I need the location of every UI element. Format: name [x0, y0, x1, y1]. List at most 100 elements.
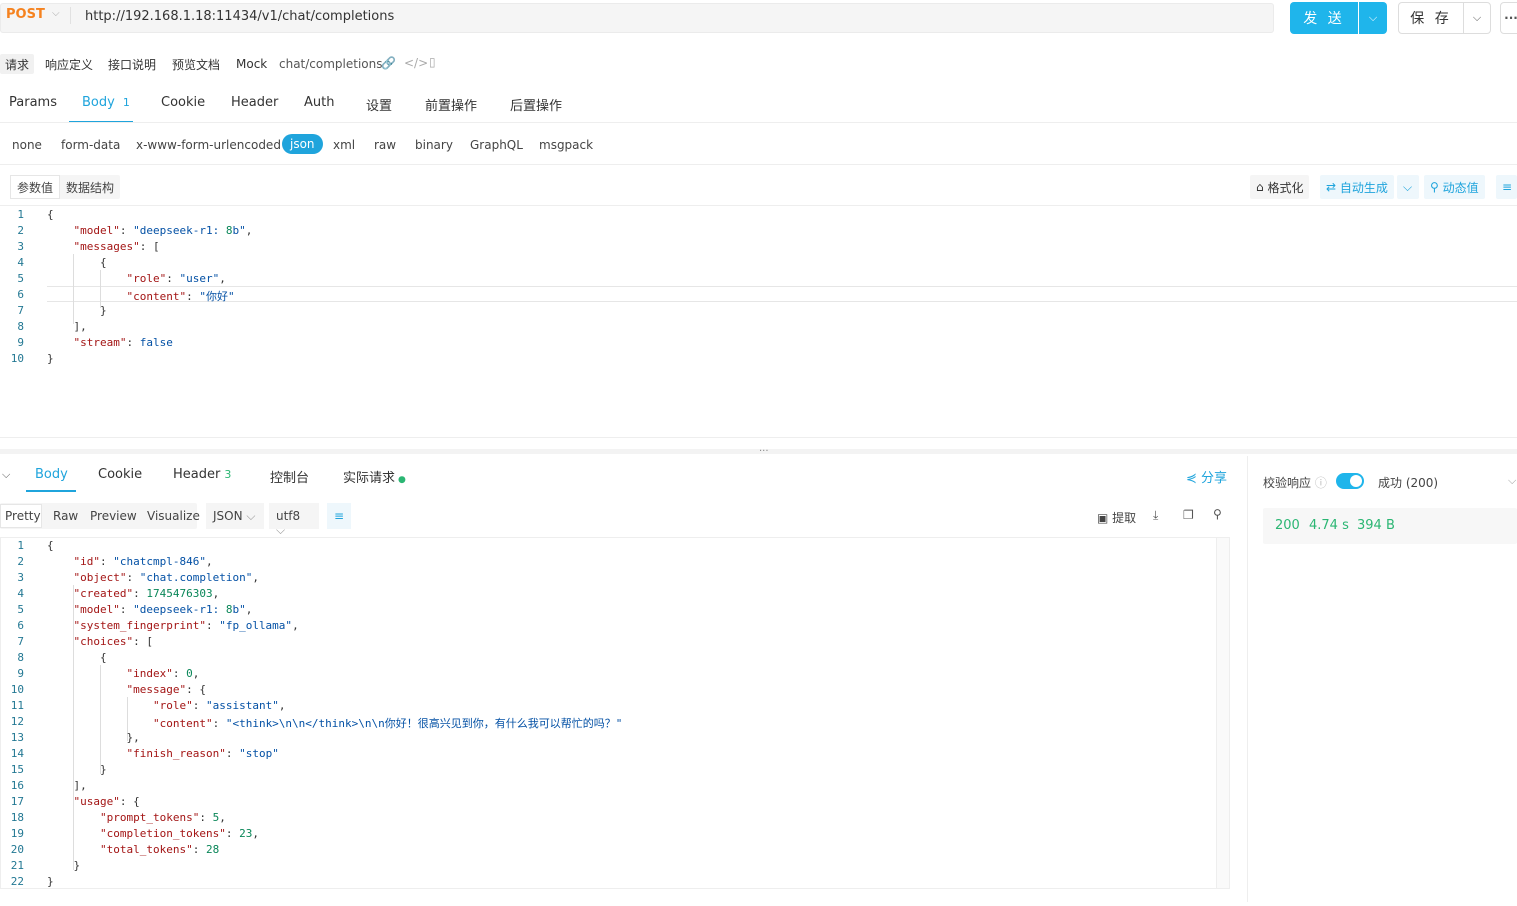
encoding-select[interactable]: utf8 ⌵ [269, 503, 319, 537]
body-type-urlencoded[interactable]: x-www-form-urlencoded [136, 138, 281, 152]
response-size: 394 B [1357, 518, 1395, 533]
more-button[interactable]: ··· [1500, 2, 1517, 34]
code-line: "role": "user", [126, 272, 226, 285]
tab-pre-ops[interactable]: 前置操作 [425, 95, 477, 114]
response-tab-cookie[interactable]: Cookie [98, 467, 142, 482]
body-type-json[interactable]: json [282, 134, 323, 154]
search-icon[interactable]: ⚲ [1213, 507, 1222, 521]
format-raw[interactable]: Raw [53, 509, 78, 523]
save-button[interactable]: 保 存 [1398, 2, 1464, 34]
autogen-button[interactable]: ⇄ 自动生成 [1320, 175, 1394, 199]
tab-body[interactable]: Body 1 [82, 95, 130, 110]
language-select[interactable]: JSON ⌵ [206, 503, 264, 529]
tab-header[interactable]: Header [231, 95, 278, 110]
code-line: { [47, 539, 54, 552]
method-select[interactable]: POST [6, 7, 45, 22]
line-number: 5 [17, 603, 24, 616]
copy-icon[interactable]: ❐ [1183, 508, 1194, 522]
subtab-response-def[interactable]: 响应定义 [40, 54, 98, 74]
code-line: "index": 0, [126, 667, 200, 680]
validation-result: 成功 (200) [1378, 476, 1439, 490]
line-number: 4 [17, 587, 24, 600]
send-button[interactable]: 发 送 [1290, 2, 1358, 34]
help-icon: ⓘ [1314, 476, 1327, 490]
response-tab-body[interactable]: Body [35, 467, 68, 482]
response-tab-actual[interactable]: 实际请求 ● [343, 467, 406, 486]
tab-settings[interactable]: 设置 [366, 95, 392, 114]
response-tab-actual-label: 实际请求 [343, 471, 396, 486]
url-input[interactable]: http://192.168.1.18:11434/v1/chat/comple… [85, 9, 394, 24]
tab-auth[interactable]: Auth [304, 95, 334, 110]
body-type-raw[interactable]: raw [374, 138, 396, 152]
tab-post-ops[interactable]: 后置操作 [510, 95, 562, 114]
response-tab-header[interactable]: Header 3 [173, 467, 231, 482]
request-path: chat/completions [279, 57, 383, 71]
status-code: 200 [1275, 518, 1300, 533]
format-button[interactable]: ⌂ 格式化 [1250, 175, 1310, 199]
body-type-form-data[interactable]: form-data [61, 138, 120, 152]
line-number: 7 [17, 304, 24, 317]
body-type-none[interactable]: none [12, 138, 42, 152]
collapse-icon[interactable]: ⌵ [2, 468, 10, 482]
code-line: "content": "<think>\n\n</think>\n\n你好！很高… [152, 717, 623, 730]
value-tabs: 参数值 数据结构 [10, 175, 121, 199]
format-preview[interactable]: Preview [90, 509, 137, 523]
code-line: } [47, 875, 54, 888]
line-number: 8 [17, 651, 24, 664]
line-number: 1 [17, 208, 24, 221]
save-dropdown-button[interactable]: ⌵ [1463, 2, 1491, 34]
body-type-msgpack[interactable]: msgpack [539, 138, 593, 152]
request-body-editor[interactable]: 1 {2 "model": "deepseek-r1: 8b", 3 "messag… [0, 206, 1517, 376]
code-line: { [47, 256, 107, 269]
code-line: { [47, 208, 54, 221]
tab-params[interactable]: Params [9, 95, 57, 110]
response-body-editor[interactable]: 1 {2 "id": "chatcmpl-846", 3 "object": "ch… [0, 537, 1215, 889]
body-type-xml[interactable]: xml [333, 138, 355, 152]
code-line: "role": "assistant", [152, 699, 286, 712]
line-number: 14 [10, 747, 24, 760]
dynamic-value-button[interactable]: ⚲ 动态值 [1424, 175, 1485, 199]
line-number: 2 [17, 555, 24, 568]
wrap-icon[interactable]: ≡ [1496, 175, 1517, 199]
code-line: "created": 1745476303, [73, 587, 220, 600]
download-icon[interactable]: ⤓ [1153, 508, 1158, 523]
subtab-preview[interactable]: 预览文档 [167, 54, 225, 74]
chevron-down-icon[interactable]: ⌵ [1508, 474, 1516, 488]
scrollbar[interactable] [1216, 538, 1229, 888]
subtab-request[interactable]: 请求 [0, 54, 35, 74]
divider [70, 7, 71, 24]
autogen-dropdown[interactable]: ⌵ [1397, 175, 1419, 199]
link-icon[interactable]: 🔗 [381, 56, 396, 70]
wrap-icon[interactable]: ≡ [327, 503, 351, 529]
code-line: "id": "chatcmpl-846", [73, 555, 213, 568]
tab-param-value[interactable]: 参数值 [10, 175, 61, 199]
format-visualize[interactable]: Visualize [147, 509, 200, 523]
share-label: 分享 [1201, 471, 1228, 486]
line-number: 8 [17, 320, 24, 333]
format-pretty[interactable]: Pretty [5, 509, 41, 523]
subtab-docs[interactable]: 接口说明 [103, 54, 161, 74]
response-tab-console[interactable]: 控制台 [270, 467, 309, 486]
send-dropdown-button[interactable]: ⌵ [1359, 2, 1387, 34]
status-dot-icon: ● [398, 475, 406, 485]
line-number: 11 [10, 699, 24, 712]
panel-icon[interactable]: ▯ [429, 55, 436, 69]
drag-handle-icon[interactable]: ··· [759, 446, 769, 457]
body-type-graphql[interactable]: GraphQL [470, 138, 523, 152]
divider [0, 164, 1517, 165]
body-type-binary[interactable]: binary [415, 138, 453, 152]
tab-data-structure[interactable]: 数据结构 [60, 175, 120, 199]
tab-cookie[interactable]: Cookie [161, 95, 205, 110]
code-line: "model": "deepseek-r1: 8b", [73, 603, 253, 616]
format-label: 格式化 [1267, 180, 1304, 195]
line-number: 9 [17, 336, 24, 349]
line-number: 7 [17, 635, 24, 648]
subtab-mock[interactable]: Mock [231, 54, 272, 74]
refresh-icon: ⇄ [1326, 180, 1340, 194]
share-button[interactable]: ⋞ 分享 [1186, 467, 1227, 486]
line-number: 5 [17, 272, 24, 285]
chevron-down-icon[interactable]: ⌵ [52, 8, 60, 19]
code-icon[interactable]: </> [404, 56, 428, 70]
line-number: 13 [10, 731, 24, 744]
extract-button[interactable]: ▣ 提取 [1097, 509, 1136, 526]
